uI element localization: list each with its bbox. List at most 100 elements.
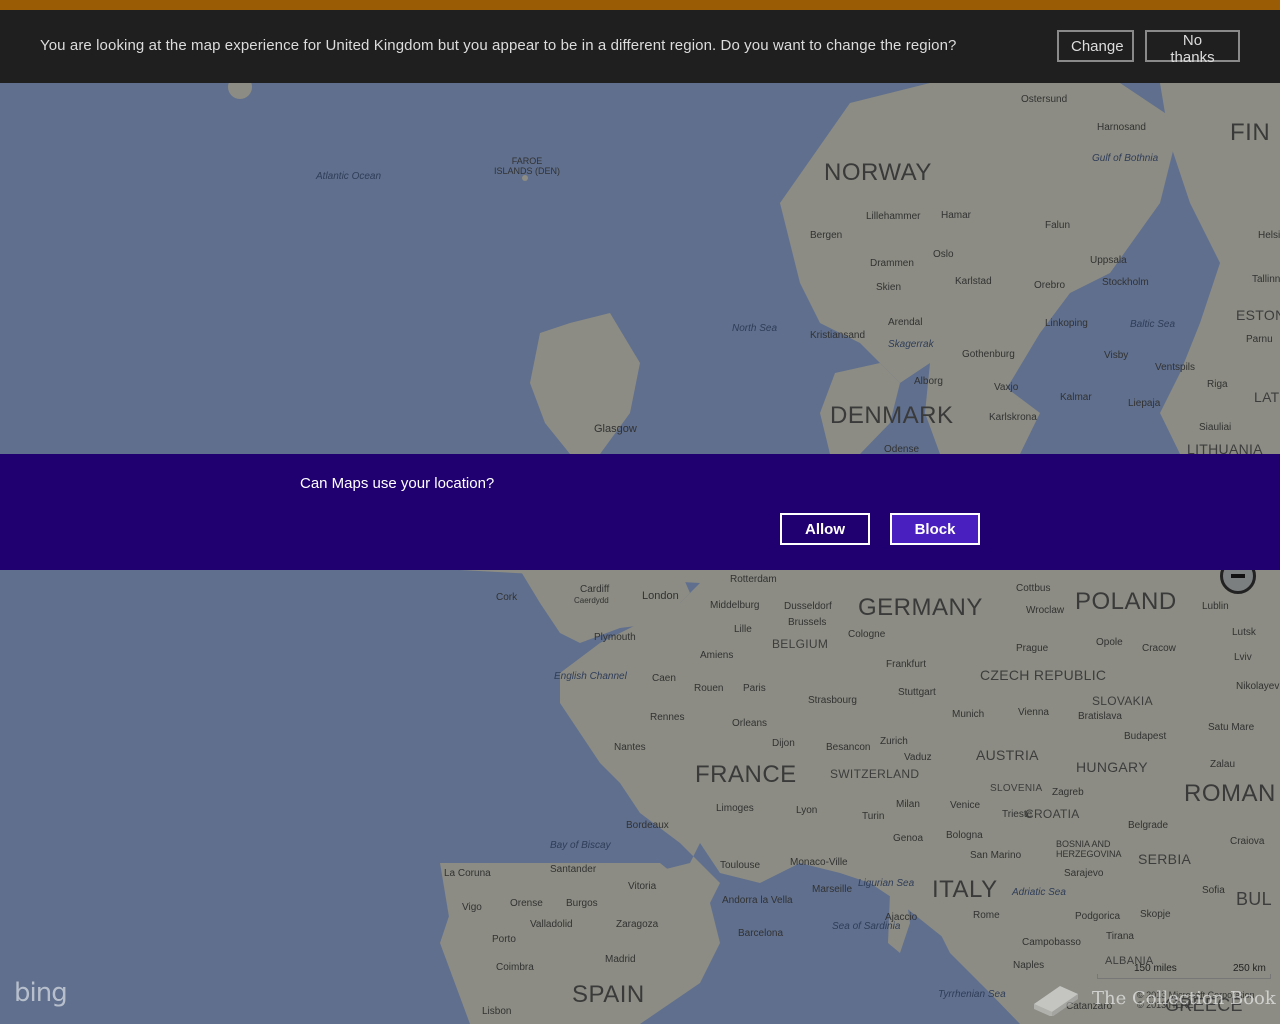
map-label-city: Uppsala [1090, 255, 1127, 266]
map-label-city: Besancon [826, 742, 871, 753]
map-label-water: North Sea [732, 323, 778, 334]
map-label-city: Nantes [614, 742, 646, 753]
map-label-city: Valladolid [530, 919, 573, 930]
change-region-button[interactable]: Change [1057, 30, 1134, 62]
map-label-city: Bologna [946, 830, 983, 841]
map-label-country: SERBIA [1138, 851, 1192, 867]
map-label-city: Munich [952, 709, 985, 720]
map-label-city: Milan [896, 799, 920, 810]
map-label-city: Skopje [1140, 909, 1171, 920]
map-label-city: Dijon [772, 738, 795, 749]
map-label-country: LAT [1254, 389, 1280, 405]
map-label-water: Baltic Sea [1130, 319, 1176, 330]
map-label-city: Bordeaux [626, 820, 669, 831]
map-label-city: Naples [1013, 960, 1045, 971]
map-label-city: Vitoria [628, 881, 657, 892]
allow-button[interactable]: Allow [780, 513, 870, 545]
map-label-city: Kalmar [1060, 392, 1092, 403]
map-label-city: Monaco-Ville [790, 857, 848, 868]
map-label-city: Venice [950, 800, 981, 811]
map-label-city: Sofia [1202, 885, 1225, 896]
map-label-city: Lillehammer [866, 211, 921, 222]
map-label-city: Podgorica [1075, 911, 1121, 922]
map-label-city: Wroclaw [1026, 605, 1065, 616]
map-label-city: Paris [743, 683, 766, 694]
map-label-city: Parnu [1246, 334, 1273, 345]
map-label-country: SLOVENIA [990, 783, 1043, 794]
book-icon [1034, 986, 1078, 1016]
map-label-city: Drammen [870, 258, 914, 269]
map-label-city: Cracow [1142, 643, 1176, 654]
map-label-city: Glasgow [594, 423, 637, 435]
map-label-country: ESTON [1236, 307, 1280, 323]
map-label-city: Frankfurt [886, 659, 927, 670]
map-label-water: Skagerrak [888, 339, 934, 350]
map-label-country: CZECH REPUBLIC [980, 667, 1107, 683]
map-label-city: Cologne [848, 629, 886, 640]
map-label-city: Zalau [1210, 759, 1236, 770]
map-label-city: Riga [1207, 379, 1228, 390]
map-label-country: ROMAN [1184, 780, 1276, 807]
map-label-city: Turin [862, 811, 885, 822]
map-label-city: Toulouse [720, 860, 761, 871]
map-label-city: Oslo [933, 249, 954, 260]
map-label-city: Falun [1045, 220, 1071, 231]
watermark-text: The Collection Book [1092, 988, 1276, 1009]
map-label-city: Arendal [888, 317, 923, 328]
map-label-water: English Channel [554, 671, 627, 682]
map-label-country: CROATIA [1025, 807, 1080, 821]
map-label-city: Porto [492, 934, 516, 945]
map-label-city: Vienna [1018, 707, 1049, 718]
map-label-country: POLAND [1075, 588, 1177, 615]
map-label-country: SPAIN [572, 981, 645, 1008]
map-label-city: Coimbra [496, 962, 534, 973]
location-permission-dialog: Can Maps use your location? Allow Block [0, 454, 1280, 570]
scale-miles: 150 miles [1134, 963, 1177, 974]
map-label-city: Alborg [914, 376, 943, 387]
map-label-city: Zagreb [1052, 787, 1084, 798]
map-label-city: Andorra la Vella [722, 895, 793, 906]
map-label-water: Gulf of Bothnia [1092, 153, 1159, 164]
map-label-city: Lviv [1234, 652, 1252, 663]
map-label-city: San Marino [970, 850, 1022, 861]
map-label-country: FAROE ISLANDS (DEN) [493, 156, 560, 176]
map-label-city: London [642, 590, 679, 602]
map-label-city: Plymouth [594, 632, 636, 643]
map-label-city: Tirana [1106, 931, 1134, 942]
bing-logo: bing [14, 978, 68, 1008]
no-thanks-button[interactable]: No thanks [1145, 30, 1240, 66]
region-message: You are looking at the map experience fo… [40, 37, 957, 54]
map-label-country: BELGIUM [772, 637, 829, 651]
location-question: Can Maps use your location? [300, 475, 495, 492]
map-label-city: Rotterdam [730, 574, 777, 585]
map-label-city: Lublin [1202, 601, 1229, 612]
block-button[interactable]: Block [890, 513, 980, 545]
map-label-city: Burgos [566, 898, 598, 909]
map-label-city: Santander [550, 864, 597, 875]
map-label-city: Vigo [462, 902, 482, 913]
map-label-city: Craiova [1230, 836, 1265, 847]
map-label-country: HUNGARY [1076, 759, 1148, 775]
map-label-city: Lille [734, 624, 752, 635]
map-label-country: SLOVAKIA [1092, 694, 1153, 708]
map-label-city: Visby [1104, 350, 1129, 361]
map-label-city: Stuttgart [898, 687, 936, 698]
map-label-city: Satu Mare [1208, 722, 1255, 733]
map-label-city: Vaduz [904, 752, 932, 763]
watermark: The Collection Book [1030, 978, 1280, 1018]
map-label-city: Liepaja [1128, 398, 1161, 409]
map-label-city: Belgrade [1128, 820, 1169, 831]
scale-km: 250 km [1233, 963, 1266, 974]
map-label-country: NORWAY [824, 159, 932, 186]
map-label-city: Limoges [716, 803, 754, 814]
map-label-city: Strasbourg [808, 695, 857, 706]
map-label-city: Ajaccio [885, 912, 918, 923]
map-label-city: La Coruna [444, 868, 491, 879]
map-label-city: Orense [510, 898, 543, 909]
map-label-city: Madrid [605, 954, 636, 965]
map-label-city: Lutsk [1232, 627, 1256, 638]
map-label-city: Siauliai [1199, 422, 1232, 433]
map-label-city: Lisbon [482, 1006, 512, 1017]
map-label-city: Kristiansand [810, 330, 866, 341]
map-label-country: DENMARK [830, 402, 954, 429]
